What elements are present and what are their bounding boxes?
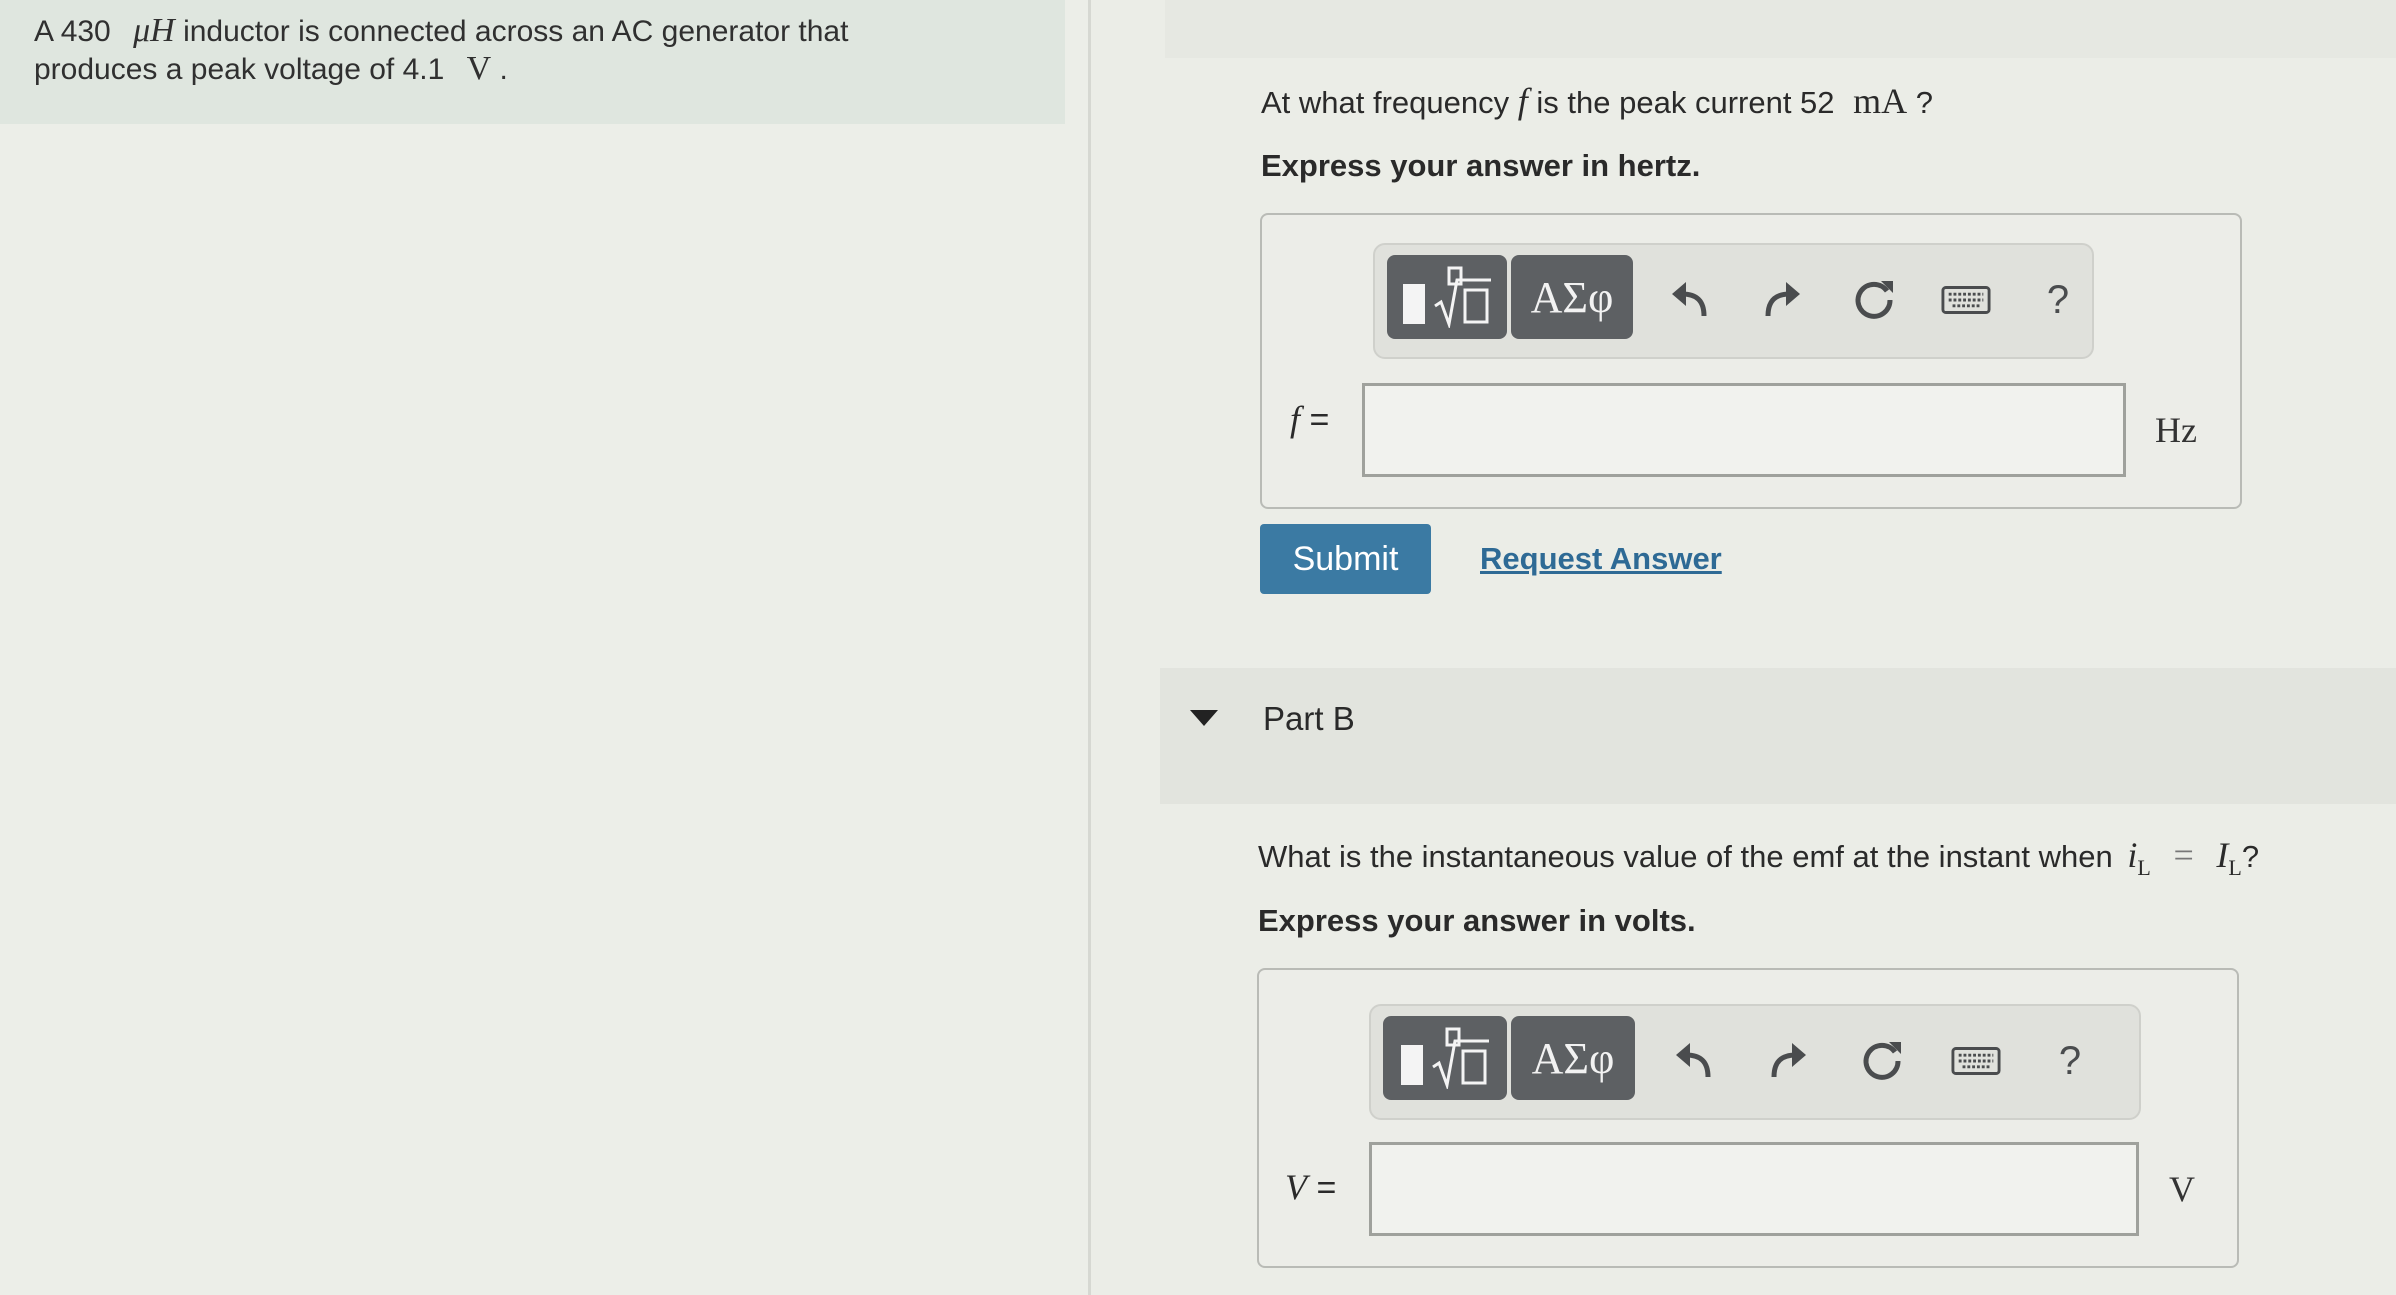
undo-icon[interactable] — [1669, 1036, 1719, 1086]
problem-statement: A 430 μH inductor is connected across an… — [0, 0, 1065, 124]
part-a-header-strip — [1165, 0, 2396, 58]
redo-icon[interactable] — [1757, 275, 1807, 325]
help-icon[interactable]: ? — [2033, 275, 2083, 325]
reset-icon[interactable] — [1849, 275, 1899, 325]
part-b-question: What is the instantaneous value of the e… — [1258, 835, 2260, 881]
part-a-instruction: Express your answer in hertz. — [1261, 148, 1701, 183]
part-a-unit: Hz — [2155, 410, 2197, 450]
problem-text: A 430 — [34, 15, 111, 48]
part-a-math-toolbar: ΑΣφ ? — [1373, 243, 2094, 359]
reset-icon[interactable] — [1857, 1036, 1907, 1086]
part-b-answer-box: ΑΣφ ? V = V — [1257, 968, 2239, 1268]
templates-button[interactable] — [1383, 1016, 1507, 1100]
submit-button[interactable]: Submit — [1260, 524, 1431, 594]
part-a-question: At what frequency f is the peak current … — [1261, 81, 1934, 121]
undo-icon[interactable] — [1665, 275, 1715, 325]
part-a-answer-input[interactable] — [1362, 383, 2126, 477]
problem-text: produces a peak voltage of 4.1 — [34, 53, 445, 86]
redo-icon[interactable] — [1763, 1036, 1813, 1086]
problem-line-1: A 430 μH inductor is connected across an… — [34, 12, 1065, 50]
part-b-answer-input[interactable] — [1369, 1142, 2139, 1236]
problem-text: inductor is connected across an AC gener… — [183, 15, 849, 48]
keyboard-icon[interactable] — [1941, 275, 1991, 325]
request-answer-link[interactable]: Request Answer — [1480, 541, 1722, 577]
collapse-caret-icon[interactable] — [1190, 710, 1218, 726]
problem-line-2: produces a peak voltage of 4.1 V . — [34, 50, 1065, 88]
part-a-field-label: f = — [1290, 399, 1330, 439]
greek-symbols-button[interactable]: ΑΣφ — [1511, 255, 1633, 339]
keyboard-icon[interactable] — [1951, 1036, 2001, 1086]
templates-icon — [1401, 1027, 1489, 1089]
part-b-unit: V — [2169, 1169, 2195, 1209]
templates-icon — [1403, 266, 1491, 328]
help-icon[interactable]: ? — [2045, 1036, 2095, 1086]
part-b-title: Part B — [1263, 700, 1355, 737]
part-b-math-toolbar: ΑΣφ ? — [1369, 1004, 2141, 1120]
part-b-instruction: Express your answer in volts. — [1258, 903, 1696, 938]
templates-button[interactable] — [1387, 255, 1507, 339]
greek-symbols-button[interactable]: ΑΣφ — [1511, 1016, 1635, 1100]
unit-microhenry: μH — [133, 12, 175, 49]
part-b-field-label: V = — [1285, 1167, 1337, 1207]
problem-panel — [0, 0, 1088, 1295]
part-a-answer-box: ΑΣφ ? f = Hz — [1260, 213, 2242, 509]
problem-text: . — [499, 53, 508, 86]
unit-volt: V — [466, 50, 492, 87]
